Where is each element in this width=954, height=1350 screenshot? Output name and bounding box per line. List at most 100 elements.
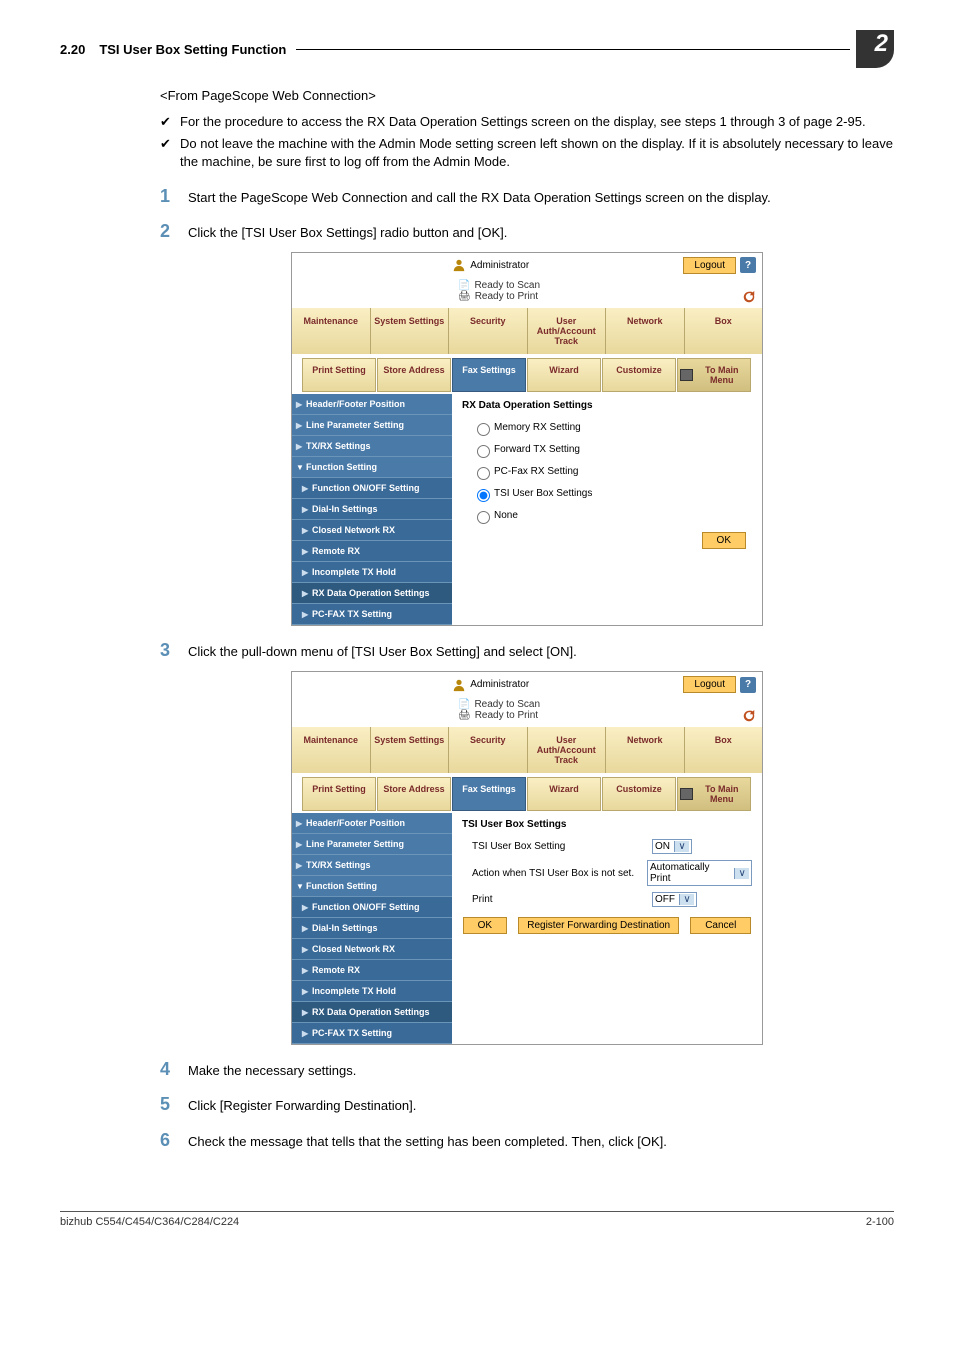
refresh-icon[interactable] — [742, 290, 756, 304]
refresh-icon[interactable] — [742, 709, 756, 723]
note-item: ✔ Do not leave the machine with the Admi… — [160, 135, 894, 171]
nav-txrx-settings[interactable]: ▶TX/RX Settings — [292, 855, 452, 876]
chapter-badge: 2 — [856, 30, 894, 68]
tab-user-auth[interactable]: User Auth/Account Track — [528, 308, 607, 354]
ok-button[interactable]: OK — [463, 917, 507, 934]
nav-closed-network-rx[interactable]: ▶Closed Network RX — [292, 520, 452, 541]
subtab-print-setting[interactable]: Print Setting — [302, 358, 376, 392]
select-action-not-set[interactable]: Automatically Print∨ — [647, 860, 752, 886]
pane-title: TSI User Box Settings — [462, 819, 752, 830]
page-footer: bizhub C554/C454/C364/C284/C224 2-100 — [60, 1211, 894, 1228]
radio-tsi-user-box[interactable]: TSI User Box Settings — [462, 483, 752, 505]
tab-security[interactable]: Security — [449, 727, 528, 773]
subtab-store-address[interactable]: Store Address — [377, 358, 451, 392]
status-area: 📄Ready to Scan 🖨Ready to Print — [452, 278, 762, 308]
nav-line-parameter[interactable]: ▶Line Parameter Setting — [292, 834, 452, 855]
tab-network[interactable]: Network — [606, 727, 685, 773]
main-tabs: Maintenance System Settings Security Use… — [292, 308, 762, 354]
nav-remote-rx[interactable]: ▶Remote RX — [292, 541, 452, 562]
footer-right: 2-100 — [866, 1216, 894, 1228]
nav-line-parameter[interactable]: ▶Line Parameter Setting — [292, 415, 452, 436]
ok-button[interactable]: OK — [702, 532, 746, 549]
nav-rx-data-operation[interactable]: ▶RX Data Operation Settings — [292, 1002, 452, 1023]
nav-closed-network-rx[interactable]: ▶Closed Network RX — [292, 939, 452, 960]
side-nav: ▶Header/Footer Position ▶Line Parameter … — [292, 813, 452, 1044]
nav-function-setting[interactable]: ▼Function Setting — [292, 457, 452, 478]
subtab-customize[interactable]: Customize — [602, 777, 676, 811]
subtab-to-main-menu[interactable]: To Main Menu — [677, 358, 751, 392]
tab-system-settings[interactable]: System Settings — [371, 308, 450, 354]
nav-function-setting[interactable]: ▼Function Setting — [292, 876, 452, 897]
nav-function-onoff[interactable]: ▶Function ON/OFF Setting — [292, 478, 452, 499]
select-tsi-setting[interactable]: ON∨ — [652, 839, 692, 854]
nav-txrx-settings[interactable]: ▶TX/RX Settings — [292, 436, 452, 457]
nav-incomplete-tx[interactable]: ▶Incomplete TX Hold — [292, 981, 452, 1002]
label-action-not-set: Action when TSI User Box is not set. — [472, 868, 647, 879]
main-pane: RX Data Operation Settings Memory RX Set… — [452, 394, 762, 625]
tab-maintenance[interactable]: Maintenance — [292, 727, 371, 773]
logout-button[interactable]: Logout — [683, 257, 736, 274]
side-nav: ▶Header/Footer Position ▶Line Parameter … — [292, 394, 452, 625]
chevron-down-icon: ∨ — [674, 841, 689, 852]
main-pane: TSI User Box Settings TSI User Box Setti… — [452, 813, 762, 1044]
nav-pcfax-tx[interactable]: ▶PC-FAX TX Setting — [292, 604, 452, 625]
nav-rx-data-operation[interactable]: ▶RX Data Operation Settings — [292, 583, 452, 604]
nav-dialin[interactable]: ▶Dial-In Settings — [292, 918, 452, 939]
sub-tabs: Print Setting Store Address Fax Settings… — [292, 777, 762, 811]
tab-system-settings[interactable]: System Settings — [371, 727, 450, 773]
note-item: ✔ For the procedure to access the RX Dat… — [160, 113, 894, 131]
admin-icon — [452, 678, 466, 692]
label-print: Print — [472, 894, 652, 905]
subtab-print-setting[interactable]: Print Setting — [302, 777, 376, 811]
chevron-down-icon: ∨ — [734, 868, 749, 879]
note-text: For the procedure to access the RX Data … — [180, 113, 866, 131]
step-number: 6 — [160, 1130, 188, 1151]
footer-left: bizhub C554/C454/C364/C284/C224 — [60, 1216, 239, 1228]
nav-header-footer[interactable]: ▶Header/Footer Position — [292, 813, 452, 834]
cancel-button[interactable]: Cancel — [690, 917, 751, 934]
radio-forward-tx[interactable]: Forward TX Setting — [462, 439, 752, 461]
step-text: Start the PageScope Web Connection and c… — [188, 189, 894, 207]
admin-label: Administrator — [452, 678, 529, 692]
help-icon[interactable]: ? — [740, 677, 756, 693]
help-icon[interactable]: ? — [740, 257, 756, 273]
select-print[interactable]: OFF∨ — [652, 892, 697, 907]
radio-pcfax-rx[interactable]: PC-Fax RX Setting — [462, 461, 752, 483]
subtab-fax-settings[interactable]: Fax Settings — [452, 358, 526, 392]
admin-label: Administrator — [452, 258, 529, 272]
radio-memory-rx[interactable]: Memory RX Setting — [462, 417, 752, 439]
nav-pcfax-tx[interactable]: ▶PC-FAX TX Setting — [292, 1023, 452, 1044]
tab-maintenance[interactable]: Maintenance — [292, 308, 371, 354]
subtab-fax-settings[interactable]: Fax Settings — [452, 777, 526, 811]
nav-remote-rx[interactable]: ▶Remote RX — [292, 960, 452, 981]
step-number: 1 — [160, 186, 188, 207]
nav-function-onoff[interactable]: ▶Function ON/OFF Setting — [292, 897, 452, 918]
chevron-down-icon: ∨ — [679, 894, 694, 905]
subtab-wizard[interactable]: Wizard — [527, 777, 601, 811]
tab-box[interactable]: Box — [685, 308, 763, 354]
logout-button[interactable]: Logout — [683, 676, 736, 693]
register-forwarding-button[interactable]: Register Forwarding Destination — [518, 917, 679, 934]
scanner-icon: 📄 — [458, 280, 470, 291]
step-number: 5 — [160, 1094, 188, 1115]
sub-heading: <From PageScope Web Connection> — [160, 88, 894, 103]
status-area: 📄Ready to Scan 🖨Ready to Print — [452, 697, 762, 727]
printer-icon: 🖨 — [458, 291, 471, 302]
radio-none[interactable]: None — [462, 505, 752, 527]
step-text: Make the necessary settings. — [188, 1062, 894, 1080]
subtab-store-address[interactable]: Store Address — [377, 777, 451, 811]
step-text: Click the [TSI User Box Settings] radio … — [188, 224, 894, 242]
pane-title: RX Data Operation Settings — [462, 400, 752, 411]
subtab-wizard[interactable]: Wizard — [527, 358, 601, 392]
nav-incomplete-tx[interactable]: ▶Incomplete TX Hold — [292, 562, 452, 583]
nav-header-footer[interactable]: ▶Header/Footer Position — [292, 394, 452, 415]
tab-security[interactable]: Security — [449, 308, 528, 354]
subtab-to-main-menu[interactable]: To Main Menu — [677, 777, 751, 811]
tab-network[interactable]: Network — [606, 308, 685, 354]
subtab-customize[interactable]: Customize — [602, 358, 676, 392]
step-number: 4 — [160, 1059, 188, 1080]
nav-dialin[interactable]: ▶Dial-In Settings — [292, 499, 452, 520]
tab-box[interactable]: Box — [685, 727, 763, 773]
tab-user-auth[interactable]: User Auth/Account Track — [528, 727, 607, 773]
step-number: 3 — [160, 640, 188, 661]
